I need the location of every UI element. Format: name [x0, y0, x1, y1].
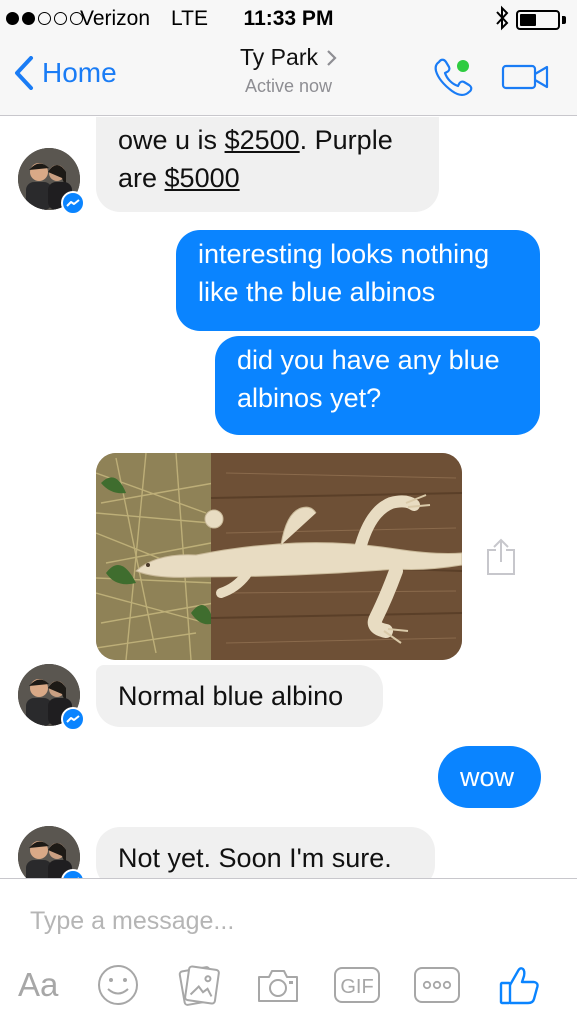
more-icon [414, 967, 460, 1003]
video-call-button[interactable] [501, 62, 551, 97]
emoji-button[interactable] [97, 963, 139, 1007]
camera-button[interactable] [256, 963, 300, 1007]
photo-message[interactable] [96, 453, 462, 660]
lizard-photo [96, 453, 462, 660]
phone-icon [434, 58, 473, 96]
share-button[interactable] [485, 538, 517, 581]
message-bubble-incoming[interactable]: owe u is $2500. Purple are $5000 [96, 117, 439, 212]
message-list[interactable]: owe u is $2500. Purple are $5000 interes… [0, 117, 577, 878]
gif-button[interactable]: GIF [333, 963, 381, 1007]
camera-icon [258, 970, 298, 1002]
gif-icon: GIF [334, 967, 380, 1003]
emoji-icon [98, 965, 138, 1005]
chevron-right-icon [327, 49, 337, 66]
message-bubble-outgoing[interactable]: did you have any blue albinos yet? [215, 336, 540, 435]
messenger-badge-icon [61, 707, 85, 731]
conversation-header: Home Ty Park Active now [0, 38, 577, 116]
message-composer: Aa GIF [0, 878, 577, 1024]
message-bubble-incoming[interactable]: Normal blue albino [96, 665, 383, 727]
status-bar: Verizon LTE 11:33 PM [0, 0, 577, 38]
messenger-badge-icon [61, 191, 85, 215]
bluetooth-icon [495, 5, 509, 37]
battery-icon [516, 10, 560, 30]
share-icon [487, 538, 515, 575]
message-bubble-outgoing[interactable]: wow [438, 746, 541, 808]
photo-gallery-button[interactable] [178, 963, 220, 1007]
video-camera-icon [501, 64, 549, 90]
message-bubble-outgoing[interactable]: interesting looks nothing like the blue … [176, 230, 540, 331]
text-format-button[interactable]: Aa [18, 963, 58, 1007]
like-icon [499, 967, 539, 1005]
svg-text:GIF: GIF [340, 976, 373, 998]
message-bubble-incoming[interactable]: Not yet. Soon I'm sure. [96, 827, 435, 878]
voice-call-button[interactable] [432, 56, 476, 103]
online-indicator [457, 60, 469, 72]
like-button[interactable] [498, 963, 542, 1007]
active-status: Active now [244, 76, 333, 96]
contact-name: Ty Park [240, 44, 318, 70]
clock: 11:33 PM [243, 7, 334, 30]
more-button[interactable] [413, 963, 461, 1007]
message-input[interactable] [30, 901, 550, 941]
contact-info[interactable]: Ty Park Active now [0, 44, 577, 97]
photo-gallery-icon [178, 965, 220, 1006]
